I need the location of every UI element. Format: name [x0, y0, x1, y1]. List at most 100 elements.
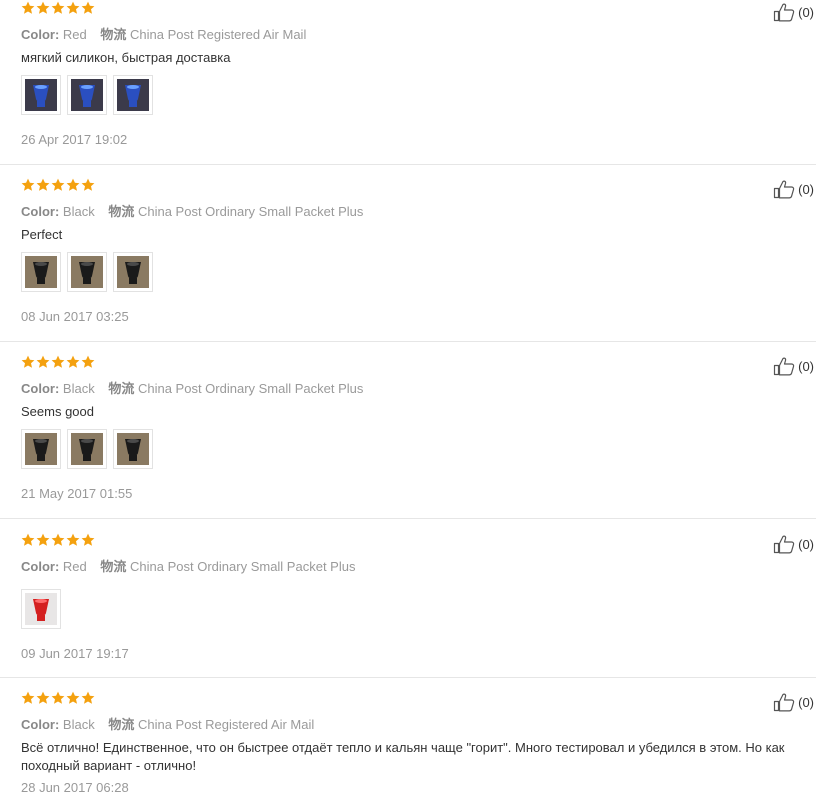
like-count: (0) — [798, 4, 814, 20]
like-count: (0) — [798, 358, 814, 374]
star-rating — [21, 691, 95, 705]
thumbs-up-icon — [774, 3, 795, 22]
thumbs-up-icon — [774, 357, 795, 376]
blue-bowl-photo — [25, 79, 57, 111]
blue-bowl-photo — [71, 79, 103, 111]
black-bowl-photo — [71, 256, 103, 288]
like-button[interactable]: (0) — [773, 534, 814, 554]
review-item: Color: Black 物流 China Post Ordinary Smal… — [0, 177, 816, 342]
thumbs-up-icon — [774, 693, 795, 712]
star-icon — [81, 533, 95, 546]
blue-bowl-photo — [117, 79, 149, 111]
black-bowl-photo — [71, 433, 103, 465]
photo-thumbnails — [21, 429, 153, 469]
photo-thumbnail[interactable] — [113, 429, 153, 469]
star-icon — [66, 355, 80, 368]
review-text: Perfect — [21, 227, 63, 242]
star-icon — [51, 533, 65, 546]
photo-thumbnail[interactable] — [21, 429, 61, 469]
thumbs-up-icon — [774, 535, 795, 554]
like-button[interactable]: (0) — [773, 692, 814, 712]
photo-thumbnail[interactable] — [67, 252, 107, 292]
like-button[interactable]: (0) — [773, 179, 814, 199]
star-icon — [51, 178, 65, 191]
star-icon — [36, 533, 50, 546]
shipping-value: China Post Ordinary Small Packet Plus — [137, 204, 364, 219]
shipping-value: China Post Ordinary Small Packet Plus — [137, 381, 364, 396]
star-icon — [51, 691, 65, 704]
photo-thumbnail[interactable] — [113, 252, 153, 292]
review-meta: Color: Black 物流 China Post Registered Ai… — [21, 714, 314, 733]
like-count: (0) — [798, 536, 814, 552]
review-date: 26 Apr 2017 19:02 — [21, 132, 128, 147]
star-rating — [21, 355, 95, 369]
shipping-value: China Post Registered Air Mail — [137, 717, 315, 732]
thumbs-up-icon — [774, 180, 795, 199]
star-rating — [21, 1, 95, 15]
star-icon — [36, 178, 50, 191]
review-meta: Color: Red 物流 China Post Ordinary Small … — [21, 556, 355, 575]
photo-thumbnails — [21, 252, 153, 292]
photo-thumbnails — [21, 75, 153, 115]
photo-thumbnail[interactable] — [113, 75, 153, 115]
shipping-key: 物流 — [108, 717, 135, 732]
review-item: Color: Red 物流 China Post Registered Air … — [0, 0, 816, 165]
color-value: Red — [62, 559, 87, 574]
star-icon — [66, 1, 80, 14]
photo-thumbnails — [21, 589, 61, 629]
review-meta: Color: Black 物流 China Post Ordinary Smal… — [21, 201, 363, 220]
review-date: 21 May 2017 01:55 — [21, 486, 133, 501]
photo-thumbnail[interactable] — [21, 589, 61, 629]
photo-thumbnail[interactable] — [67, 75, 107, 115]
star-icon — [36, 691, 50, 704]
black-bowl-photo — [25, 433, 57, 465]
black-bowl-photo — [25, 256, 57, 288]
review-date: 08 Jun 2017 03:25 — [21, 309, 129, 324]
review-meta: Color: Black 物流 China Post Ordinary Smal… — [21, 378, 363, 397]
color-value: Red — [62, 27, 87, 42]
review-date: 28 Jun 2017 06:28 — [21, 780, 129, 795]
color-key: Color: — [21, 381, 60, 396]
review-text: Всё отлично! Единственное, что он быстре… — [21, 740, 785, 773]
photo-thumbnail[interactable] — [67, 429, 107, 469]
review-date: 09 Jun 2017 19:17 — [21, 646, 129, 661]
star-icon — [21, 178, 35, 191]
star-icon — [36, 1, 50, 14]
shipping-key: 物流 — [108, 381, 135, 396]
star-icon — [66, 533, 80, 546]
black-bowl-photo — [117, 256, 149, 288]
color-key: Color: — [21, 559, 60, 574]
photo-thumbnail[interactable] — [21, 75, 61, 115]
like-button[interactable]: (0) — [773, 2, 814, 22]
star-icon — [66, 178, 80, 191]
star-icon — [51, 1, 65, 14]
photo-thumbnail[interactable] — [21, 252, 61, 292]
black-bowl-photo — [117, 433, 149, 465]
star-icon — [21, 1, 35, 14]
star-rating — [21, 178, 95, 192]
color-value: Black — [62, 717, 95, 732]
color-key: Color: — [21, 27, 60, 42]
color-value: Black — [62, 204, 95, 219]
star-icon — [36, 355, 50, 368]
shipping-value: China Post Ordinary Small Packet Plus — [130, 559, 356, 574]
like-button[interactable]: (0) — [773, 356, 814, 376]
star-icon — [21, 533, 35, 546]
star-icon — [81, 691, 95, 704]
color-value: Black — [62, 381, 95, 396]
review-item: Color: Red 物流 China Post Ordinary Small … — [0, 532, 816, 678]
color-key: Color: — [21, 204, 60, 219]
like-count: (0) — [798, 181, 814, 197]
review-text: мягкий силикон, быстрая доставка — [21, 50, 231, 65]
review-item: Color: Black 物流 China Post Ordinary Smal… — [0, 354, 816, 519]
review-text: Seems good — [21, 404, 94, 419]
star-icon — [51, 355, 65, 368]
review-item: Color: Black 物流 China Post Registered Ai… — [0, 690, 816, 803]
shipping-key: 物流 — [100, 27, 127, 42]
star-rating — [21, 533, 95, 547]
review-meta: Color: Red 物流 China Post Registered Air … — [21, 24, 306, 43]
like-count: (0) — [798, 694, 814, 710]
star-icon — [66, 691, 80, 704]
star-icon — [21, 355, 35, 368]
shipping-value: China Post Registered Air Mail — [130, 27, 307, 42]
